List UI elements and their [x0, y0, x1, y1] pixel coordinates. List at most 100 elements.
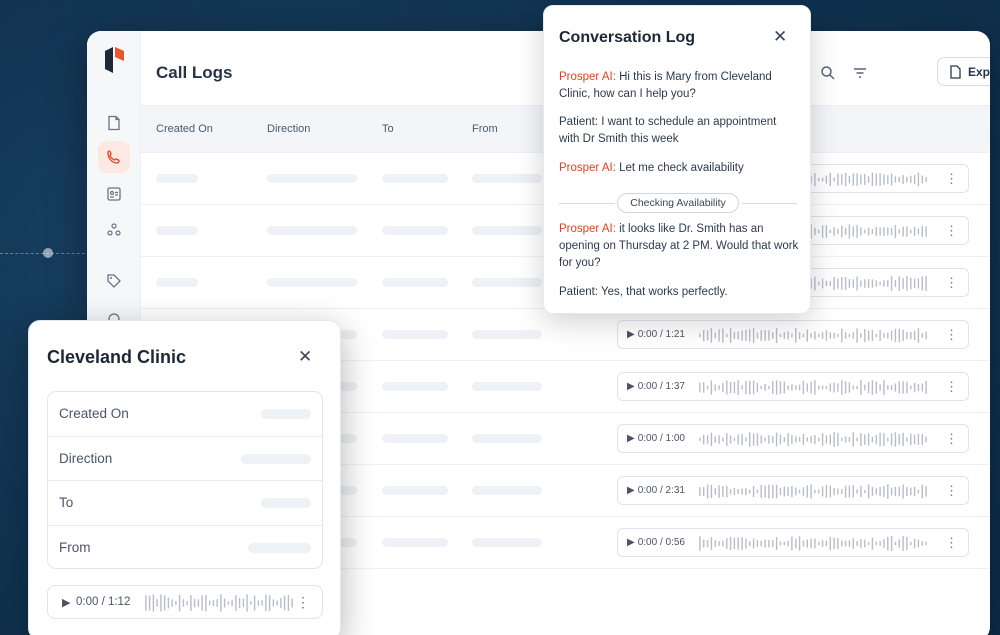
- conversation-log-title: Conversation Log: [559, 29, 696, 46]
- play-icon[interactable]: ▶: [627, 433, 635, 444]
- cell-placeholder: [472, 382, 542, 391]
- cell-placeholder: [156, 174, 198, 183]
- value-placeholder: [261, 409, 311, 419]
- waveform-icon[interactable]: [698, 328, 928, 343]
- waveform-icon[interactable]: [698, 380, 928, 395]
- column-header-created-on[interactable]: Created On: [156, 123, 213, 135]
- close-icon[interactable]: ✕: [773, 27, 787, 47]
- sidebar-item-contacts[interactable]: [98, 178, 130, 210]
- cell-placeholder: [472, 330, 542, 339]
- cell-placeholder: [382, 538, 448, 547]
- message-5: Patient: Yes, that works perfectly.: [559, 284, 799, 301]
- more-options-icon[interactable]: ⋮: [945, 275, 958, 291]
- message-1: Prosper AI: Hi this is Mary from Clevela…: [559, 69, 799, 103]
- detail-title: Cleveland Clinic: [47, 347, 187, 367]
- field-label: Direction: [59, 450, 113, 466]
- field-label: Created On: [59, 406, 129, 421]
- document-icon: [108, 115, 120, 131]
- cell-placeholder: [382, 278, 448, 287]
- divider-right: [742, 203, 797, 204]
- detail-fields: Created On Direction To From: [47, 391, 323, 569]
- play-icon[interactable]: ▶: [627, 485, 635, 496]
- column-header-direction[interactable]: Direction: [267, 123, 310, 135]
- speaker-label: Patient:: [559, 116, 598, 128]
- field-from: From: [48, 526, 322, 569]
- audio-time: 0:00 / 1:00: [637, 433, 685, 444]
- sidebar-item-documents[interactable]: [98, 107, 130, 139]
- waveform-icon[interactable]: [698, 484, 928, 499]
- field-direction: Direction: [48, 437, 322, 481]
- audio-time: 0:00 / 2:31: [637, 485, 685, 496]
- message-3: Prosper AI: Let me check availability: [559, 160, 799, 177]
- audio-time: 0:00 / 0:56: [637, 537, 685, 548]
- cell-placeholder: [382, 226, 448, 235]
- audio-player[interactable]: ▶ 0:00 / 1:12 ⋮: [47, 585, 323, 619]
- field-label: To: [59, 495, 74, 510]
- message-text: Let me check availability: [615, 162, 744, 174]
- cell-placeholder: [156, 278, 198, 287]
- waveform-icon[interactable]: [698, 536, 928, 551]
- sidebar-item-integrations[interactable]: [98, 214, 130, 246]
- message-4: Prosper AI: it looks like Dr. Smith has …: [559, 221, 799, 272]
- cell-placeholder: [472, 174, 542, 183]
- more-options-icon[interactable]: ⋮: [945, 379, 958, 395]
- more-options-icon[interactable]: ⋮: [945, 327, 958, 343]
- cell-placeholder: [156, 226, 198, 235]
- value-placeholder: [241, 453, 311, 464]
- more-options-icon[interactable]: ⋮: [945, 535, 958, 551]
- audio-time: 0:00 / 1:21: [637, 329, 685, 340]
- more-options-icon[interactable]: ⋮: [296, 594, 310, 611]
- field-created-on: Created On: [48, 392, 322, 437]
- value-placeholder: [261, 498, 311, 508]
- export-label: Export: [967, 64, 990, 79]
- more-options-icon[interactable]: ⋮: [945, 223, 958, 239]
- export-file-icon: [950, 64, 961, 79]
- column-header-to[interactable]: To: [382, 123, 394, 135]
- more-options-icon[interactable]: ⋮: [945, 171, 958, 187]
- divider-left: [559, 203, 615, 204]
- page-title: Call Logs: [156, 63, 233, 82]
- audio-player[interactable]: ▶ 0:00 / 0:56 ⋮: [617, 528, 969, 557]
- cell-placeholder: [382, 486, 448, 495]
- field-to: To: [48, 481, 322, 526]
- waveform-icon[interactable]: [698, 432, 928, 447]
- play-icon[interactable]: ▶: [627, 537, 635, 548]
- play-icon[interactable]: ▶: [62, 596, 70, 609]
- value-placeholder: [248, 542, 311, 553]
- call-detail-panel: Cleveland Clinic ✕ Created On Direction …: [28, 320, 341, 635]
- cell-placeholder: [382, 434, 448, 443]
- close-icon[interactable]: ✕: [298, 347, 312, 367]
- speaker-label: Prosper AI:: [559, 162, 616, 174]
- cell-placeholder: [382, 330, 448, 339]
- message-2: Patient: I want to schedule an appointme…: [559, 114, 799, 148]
- audio-player[interactable]: ▶ 0:00 / 1:37 ⋮: [617, 372, 969, 401]
- cell-placeholder: [472, 538, 542, 547]
- waveform-icon[interactable]: [144, 594, 294, 612]
- cell-placeholder: [267, 226, 357, 235]
- sidebar-item-tags[interactable]: [98, 265, 130, 297]
- audio-player[interactable]: ▶ 0:00 / 2:31 ⋮: [617, 476, 969, 505]
- cell-placeholder: [472, 226, 542, 235]
- play-icon[interactable]: ▶: [627, 381, 635, 392]
- audio-player[interactable]: ▶ 0:00 / 1:00 ⋮: [617, 424, 969, 453]
- export-button[interactable]: Export: [937, 57, 990, 86]
- search-icon[interactable]: [819, 64, 837, 82]
- phone-icon: [107, 150, 120, 164]
- cell-placeholder: [472, 486, 542, 495]
- column-header-from[interactable]: From: [472, 123, 498, 135]
- audio-player[interactable]: ▶ 0:00 / 1:21 ⋮: [617, 320, 969, 349]
- more-options-icon[interactable]: ⋮: [945, 431, 958, 447]
- decorative-dot: [43, 248, 53, 258]
- sidebar-item-calls[interactable]: [98, 141, 130, 173]
- more-options-icon[interactable]: ⋮: [945, 483, 958, 499]
- audio-time: 0:00 / 1:37: [637, 381, 685, 392]
- speaker-label: Prosper AI:: [559, 223, 616, 235]
- cell-placeholder: [382, 174, 448, 183]
- field-label: From: [59, 539, 91, 555]
- filter-icon[interactable]: [851, 64, 869, 82]
- message-text: Yes, that works perfectly.: [598, 286, 728, 298]
- brand-logo-icon: [105, 47, 124, 73]
- play-icon[interactable]: ▶: [627, 329, 635, 340]
- cell-placeholder: [382, 382, 448, 391]
- speaker-label: Patient:: [559, 286, 598, 298]
